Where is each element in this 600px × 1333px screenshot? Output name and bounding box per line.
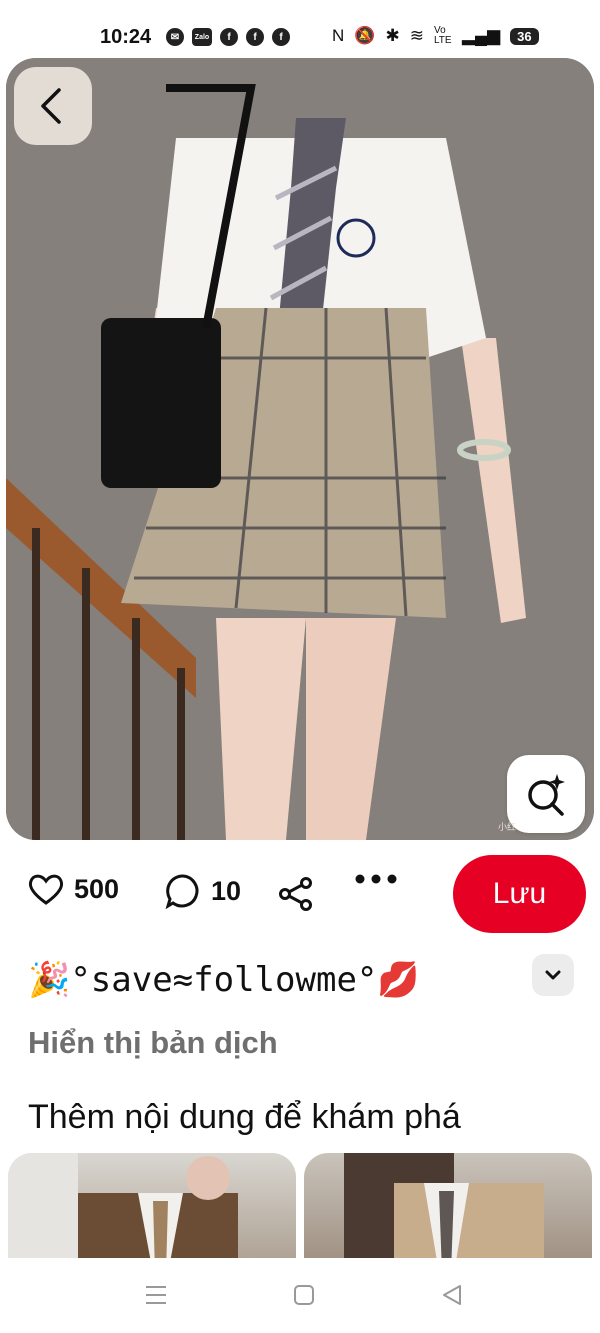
- visual-search-button[interactable]: [507, 755, 585, 833]
- related-pin-1[interactable]: [8, 1153, 296, 1273]
- battery-indicator: 36: [510, 27, 539, 45]
- comment-icon: [165, 874, 199, 909]
- heart-icon: [28, 874, 64, 905]
- menu-icon[interactable]: [145, 1284, 167, 1306]
- pin-title-row: 🎉°save≈followme°💋: [28, 960, 573, 1010]
- like-count: 500: [74, 873, 120, 904]
- facebook-icon: f: [272, 28, 290, 46]
- zalo-icon: Zalo: [192, 28, 212, 46]
- back-button[interactable]: [14, 67, 92, 145]
- visual-search-icon: [528, 774, 565, 816]
- more-dots-icon: [355, 874, 397, 884]
- home-square-icon[interactable]: [293, 1284, 315, 1306]
- wifi-icon: ≋: [409, 26, 424, 45]
- facebook-icon: f: [220, 28, 238, 46]
- like-button[interactable]: 500: [28, 873, 119, 905]
- messenger-icon: ✉: [166, 28, 184, 46]
- show-translation-link[interactable]: Hiển thị bản dịch: [28, 1025, 278, 1061]
- volte-icon: Vo LTE: [433, 25, 452, 46]
- back-arrow-icon: [41, 88, 61, 124]
- related-pin-2[interactable]: [304, 1153, 592, 1273]
- pin-action-bar: 500 10 Lưu: [0, 855, 600, 935]
- more-options-button[interactable]: [355, 873, 397, 885]
- system-icons: N 🔕 ✱ ≋ Vo LTE ▂▄▆ 36: [332, 26, 539, 46]
- comment-count: 10: [211, 875, 242, 906]
- mute-icon: 🔕: [354, 26, 376, 45]
- back-triangle-icon[interactable]: [441, 1284, 463, 1306]
- pin-photo-illustration: [6, 58, 594, 840]
- related-pin-photo: [8, 1153, 238, 1273]
- nfc-icon: N: [332, 26, 345, 45]
- comment-button[interactable]: 10: [165, 873, 241, 909]
- related-pin-photo: [344, 1153, 544, 1273]
- save-button[interactable]: Lưu: [453, 855, 586, 933]
- bluetooth-icon: ✱: [385, 26, 400, 45]
- pin-image[interactable]: [6, 58, 594, 840]
- share-button[interactable]: [278, 877, 314, 911]
- system-nav-bar: [0, 1258, 600, 1333]
- notification-icons: ✉ Zalo f f f: [166, 28, 290, 46]
- signal-icon: ▂▄▆: [461, 26, 501, 45]
- facebook-icon: f: [246, 28, 264, 46]
- status-time: 10:24: [100, 26, 152, 48]
- image-watermark: 小红: [498, 822, 517, 832]
- more-to-explore-heading: Thêm nội dung để khám phá: [28, 1098, 461, 1136]
- share-icon: [279, 877, 312, 911]
- expand-description-button[interactable]: [532, 954, 574, 996]
- pin-title: 🎉°save≈followme°💋: [28, 960, 420, 1000]
- chevron-down-icon: [545, 970, 561, 980]
